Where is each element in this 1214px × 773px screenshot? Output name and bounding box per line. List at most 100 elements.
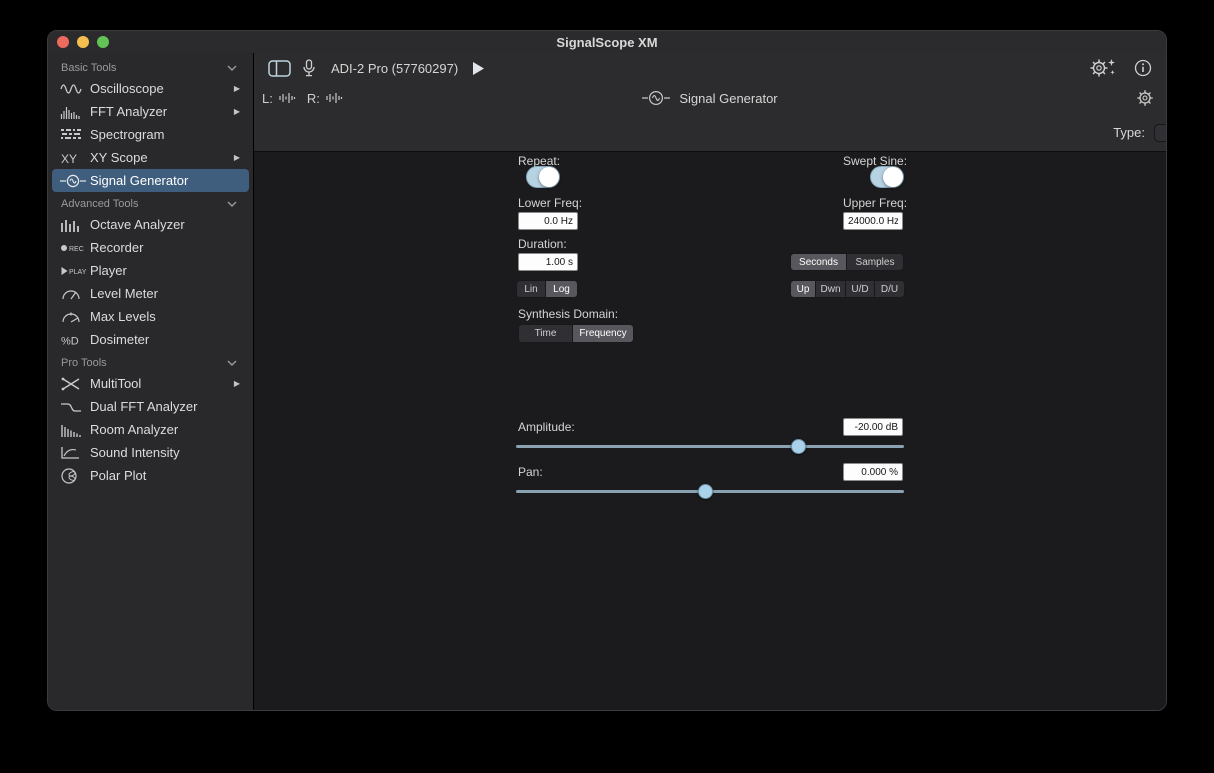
lower-freq-input[interactable] — [518, 212, 578, 230]
sidebar-item-xy-scope[interactable]: XY XY Scope ▶ — [52, 146, 249, 169]
close-button[interactable] — [57, 36, 69, 48]
lower-freq-label: Lower Freq: — [518, 196, 582, 210]
svg-text:%D: %D — [61, 335, 79, 347]
duration-label: Duration: — [518, 237, 567, 251]
freq-scale-segmented-control: Lin Log — [516, 280, 578, 298]
amplitude-slider[interactable] — [516, 439, 904, 454]
multitool-icon — [60, 377, 90, 391]
segment-lin[interactable]: Lin — [517, 281, 546, 297]
sidebar-section-pro-tools[interactable]: Pro Tools — [48, 351, 253, 372]
svg-text:REC: REC — [69, 246, 84, 253]
sidebar-section-basic-tools[interactable]: Basic Tools — [48, 56, 253, 77]
sidebar-item-dual-fft-analyzer[interactable]: Dual FFT Analyzer — [52, 395, 249, 418]
synthesis-domain-segmented-control: Time Frequency — [518, 324, 634, 343]
segment-seconds[interactable]: Seconds — [791, 254, 847, 270]
sidebar-item-label: Sound Intensity — [90, 445, 180, 460]
sidebar-item-spectrogram[interactable]: Spectrogram — [52, 123, 249, 146]
panel-header: L: R: Signal Generator — [254, 83, 1166, 113]
minimize-button[interactable] — [77, 36, 89, 48]
signal-generator-icon — [60, 174, 90, 188]
section-label: Advanced Tools — [61, 198, 138, 210]
sidebar-item-octave-analyzer[interactable]: Octave Analyzer — [52, 213, 249, 236]
pan-label: Pan: — [518, 465, 543, 479]
type-label: Type: — [1113, 125, 1145, 140]
arbitrary-waveform-icon[interactable] — [1154, 124, 1167, 142]
left-level-wave-icon[interactable] — [278, 92, 296, 104]
sidebar-item-label: Room Analyzer — [90, 422, 178, 437]
sweep-direction-segmented-control: Up Dwn U/D D/U — [790, 280, 905, 298]
traffic-lights — [57, 36, 109, 48]
amplitude-input[interactable] — [843, 418, 903, 436]
sidebar-item-label: Recorder — [90, 240, 143, 255]
pan-input[interactable] — [843, 463, 903, 481]
sidebar-item-player[interactable]: PLAY Player — [52, 259, 249, 282]
chevron-down-icon — [227, 65, 237, 71]
right-level-wave-icon[interactable] — [325, 92, 343, 104]
slider-track[interactable] — [516, 445, 904, 448]
submenu-arrow-icon[interactable]: ▶ — [234, 379, 240, 388]
segment-time[interactable]: Time — [519, 325, 573, 342]
sidebar-item-label: Level Meter — [90, 286, 158, 301]
section-label: Pro Tools — [61, 357, 107, 369]
segment-frequency[interactable]: Frequency — [573, 325, 633, 342]
segment-samples[interactable]: Samples — [847, 254, 903, 270]
toggle-knob — [539, 167, 559, 187]
sidebar-item-label: Max Levels — [90, 309, 156, 324]
titlebar[interactable]: SignalScope XM — [48, 31, 1166, 53]
pan-slider[interactable] — [516, 484, 904, 499]
oscilloscope-icon — [60, 82, 90, 96]
segment-up[interactable]: Up — [791, 281, 816, 297]
sidebar-section-advanced-tools[interactable]: Advanced Tools — [48, 192, 253, 213]
sidebar-item-fft-analyzer[interactable]: FFT Analyzer ▶ — [52, 100, 249, 123]
submenu-arrow-icon[interactable]: ▶ — [234, 107, 240, 116]
sidebar-item-room-analyzer[interactable]: Room Analyzer — [52, 418, 249, 441]
dosimeter-icon: %D — [60, 333, 90, 347]
fft-analyzer-icon — [60, 105, 90, 119]
submenu-arrow-icon[interactable]: ▶ — [234, 84, 240, 93]
sidebar-item-multitool[interactable]: MultiTool ▶ — [52, 372, 249, 395]
sidebar-item-label: Dual FFT Analyzer — [90, 399, 197, 414]
segment-du[interactable]: D/U — [875, 281, 904, 297]
gear-icon[interactable] — [1135, 88, 1155, 108]
swept-sine-toggle[interactable] — [870, 166, 904, 188]
duration-input[interactable] — [518, 253, 578, 271]
sidebar-item-dosimeter[interactable]: %D Dosimeter — [52, 328, 249, 351]
sidebar-item-label: Octave Analyzer — [90, 217, 185, 232]
amplitude-label: Amplitude: — [518, 420, 575, 434]
gear-sparkle-icon[interactable] — [1088, 57, 1116, 79]
pan-slider-thumb[interactable] — [698, 484, 713, 499]
swept-sine-label: Swept Sine: — [843, 154, 907, 168]
sidebar-item-max-levels[interactable]: Max Levels — [52, 305, 249, 328]
segment-log[interactable]: Log — [546, 281, 577, 297]
duration-unit-segmented-control: Seconds Samples — [790, 253, 904, 271]
sidebar-item-recorder[interactable]: REC Recorder — [52, 236, 249, 259]
recorder-icon: REC — [60, 242, 90, 254]
device-selector[interactable]: ADI-2 Pro (57760297) — [331, 61, 458, 76]
left-channel-label: L: — [262, 91, 273, 106]
amplitude-slider-thumb[interactable] — [791, 439, 806, 454]
submenu-arrow-icon[interactable]: ▶ — [234, 153, 240, 162]
signal-generator-panel: Repeat: Swept Sine: Lower Freq: Upper Fr… — [254, 151, 1166, 711]
segment-ud[interactable]: U/D — [846, 281, 875, 297]
sidebar-toggle-icon[interactable] — [268, 60, 291, 77]
zoom-button[interactable] — [97, 36, 109, 48]
sidebar-item-oscilloscope[interactable]: Oscilloscope ▶ — [52, 77, 249, 100]
dual-fft-analyzer-icon — [60, 400, 90, 414]
sidebar-item-sound-intensity[interactable]: Sound Intensity — [52, 441, 249, 464]
app-window: SignalScope XM Basic Tools Oscilloscope … — [47, 30, 1167, 711]
sidebar-item-polar-plot[interactable]: Polar Plot — [52, 464, 249, 487]
right-channel-label: R: — [307, 91, 320, 106]
sidebar-item-label: XY Scope — [90, 150, 148, 165]
sidebar-item-signal-generator[interactable]: Signal Generator — [52, 169, 249, 192]
upper-freq-input[interactable] — [843, 212, 903, 230]
info-icon[interactable] — [1134, 59, 1152, 77]
sidebar-item-label: MultiTool — [90, 376, 141, 391]
sound-intensity-icon — [60, 446, 90, 460]
sidebar-item-level-meter[interactable]: Level Meter — [52, 282, 249, 305]
play-icon[interactable] — [472, 61, 485, 76]
segment-dwn[interactable]: Dwn — [816, 281, 846, 297]
repeat-toggle[interactable] — [526, 166, 560, 188]
panel-title: Signal Generator — [679, 91, 777, 106]
xy-scope-icon: XY — [60, 151, 90, 165]
microphone-icon[interactable] — [303, 59, 315, 77]
